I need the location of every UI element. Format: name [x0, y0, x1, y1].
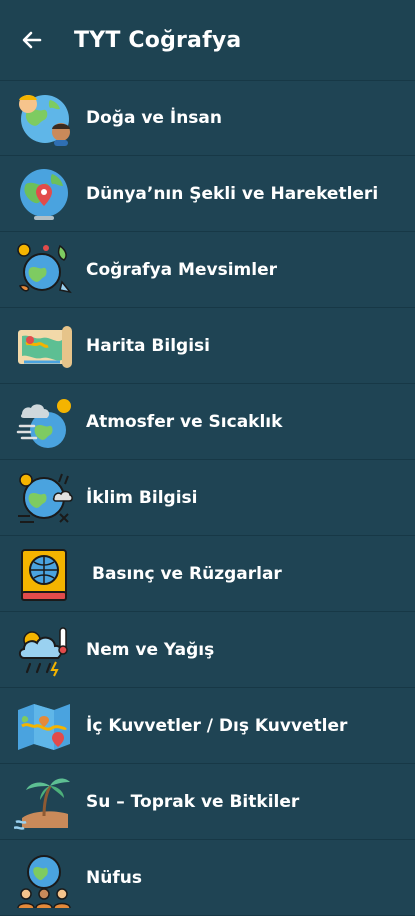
topic-item[interactable]: Nüfus — [0, 840, 415, 916]
map-scroll-icon — [18, 326, 72, 368]
page-title: TYT Coğrafya — [74, 27, 242, 53]
topic-label: Su – Toprak ve Bitkiler — [86, 792, 300, 812]
cloud-globe-icon — [16, 399, 71, 448]
topic-label: Dünya’nın Şekli ve Hareketleri — [86, 184, 379, 204]
topic-label: Coğrafya Mevsimler — [86, 260, 277, 280]
folded-map-icon — [18, 704, 70, 750]
topic-label: Harita Bilgisi — [86, 336, 210, 356]
topic-item[interactable]: Harita Bilgisi — [0, 308, 415, 384]
topic-label: Basınç ve Rüzgarlar — [92, 564, 282, 584]
topic-item[interactable]: Dünya’nın Şekli ve Hareketleri — [0, 156, 415, 232]
topic-item[interactable]: Su – Toprak ve Bitkiler — [0, 764, 415, 840]
topic-item[interactable]: İklim Bilgisi — [0, 460, 415, 536]
people-globe-icon — [19, 95, 70, 146]
topic-item[interactable]: Coğrafya Mevsimler — [0, 232, 415, 308]
topic-item[interactable]: Basınç ve Rüzgarlar — [0, 536, 415, 612]
topic-item[interactable]: Atmosfer ve Sıcaklık — [0, 384, 415, 460]
topic-item[interactable]: Nem ve Yağış — [0, 612, 415, 688]
topic-item[interactable]: Doğa ve İnsan — [0, 80, 415, 156]
climate-globe-icon — [18, 473, 73, 523]
topic-list: Doğa ve İnsan Dünya’nın Şekli ve Hareket… — [0, 80, 415, 916]
topic-label: İç Kuvvetler / Dış Kuvvetler — [86, 716, 348, 736]
population-globe-icon — [17, 855, 71, 908]
topic-label: Atmosfer ve Sıcaklık — [86, 412, 283, 432]
arrow-left-icon — [22, 31, 42, 49]
atlas-book-icon — [21, 549, 67, 601]
topic-item[interactable]: İç Kuvvetler / Dış Kuvvetler — [0, 688, 415, 764]
topic-label: Nem ve Yağış — [86, 640, 215, 660]
palm-island-icon — [14, 778, 70, 830]
back-button[interactable] — [20, 28, 44, 52]
seasons-globe-icon — [17, 243, 72, 294]
topic-label: Nüfus — [86, 868, 142, 888]
globe-pin-icon — [20, 169, 68, 220]
app-bar: TYT Coğrafya — [0, 0, 415, 80]
topic-label: Doğa ve İnsan — [86, 108, 222, 128]
topic-label: İklim Bilgisi — [86, 488, 198, 508]
rain-cloud-icon — [18, 627, 68, 677]
